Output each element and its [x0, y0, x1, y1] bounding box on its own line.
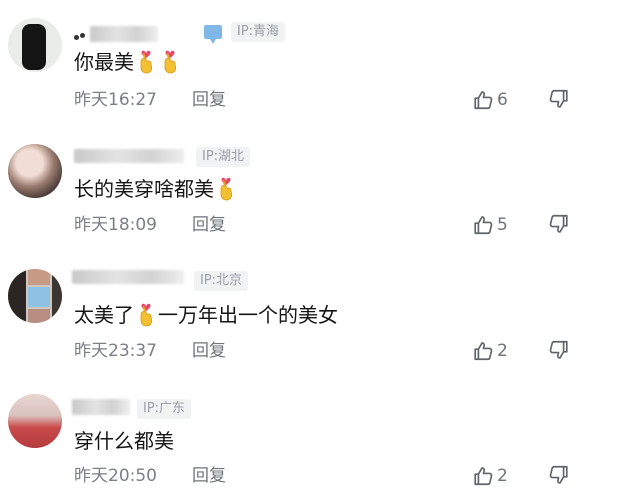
comment-item: IP:青海 你最美 昨天16:27 回复 6 [0, 0, 640, 125]
timestamp: 昨天20:50 [74, 466, 157, 486]
avatar[interactable] [8, 269, 62, 323]
thumbs-up-icon [472, 89, 494, 111]
like-button[interactable]: 2 [472, 339, 508, 363]
badge-icon [204, 25, 222, 44]
comment-text-part: 你最美 [74, 50, 134, 74]
timestamp: 昨天18:09 [74, 215, 157, 235]
like-count: 6 [497, 90, 508, 110]
username-blurred[interactable] [72, 270, 184, 284]
reply-button[interactable]: 回复 [192, 465, 226, 487]
ip-location-tag: IP:湖北 [196, 147, 251, 167]
comment-text: 太美了 一万年出一个的美女 [74, 301, 338, 329]
timestamp: 昨天16:27 [74, 90, 157, 110]
username-blurred[interactable] [74, 149, 184, 163]
ip-location-tag: IP:广东 [137, 399, 192, 419]
dislike-button[interactable] [548, 464, 570, 488]
like-count: 2 [497, 466, 508, 486]
comment-text-part: 穿什么都美 [74, 429, 174, 453]
comment-item: IP:广东 穿什么都美 昨天20:50 回复 2 [0, 374, 640, 499]
thumbs-up-icon [472, 340, 494, 362]
comment-text: 穿什么都美 [74, 427, 174, 455]
thumbs-down-icon [548, 88, 570, 110]
username-blurred[interactable] [72, 399, 130, 415]
comment-text: 长的美穿啥都美 [74, 175, 238, 203]
comment-text-part: 一万年出一个的美女 [158, 303, 338, 327]
reply-button[interactable]: 回复 [192, 340, 226, 362]
username-blurred[interactable] [90, 26, 158, 42]
avatar[interactable] [8, 18, 62, 72]
ip-location-tag: IP:青海 [231, 22, 286, 42]
timestamp: 昨天23:37 [74, 341, 157, 361]
comment-item: IP:湖北 长的美穿啥都美 昨天18:09 回复 5 [0, 124, 640, 249]
avatar[interactable] [8, 144, 62, 198]
like-button[interactable]: 6 [472, 88, 508, 112]
thumbs-up-icon [472, 465, 494, 487]
like-button[interactable]: 5 [472, 213, 508, 237]
reply-button[interactable]: 回复 [192, 89, 226, 111]
dislike-button[interactable] [548, 213, 570, 237]
finger-heart-emoji [215, 175, 237, 201]
comment-text-part: 长的美穿啥都美 [74, 177, 214, 201]
comment-text: 你最美 [74, 48, 182, 76]
like-count: 5 [497, 215, 508, 235]
thumbs-up-icon [472, 214, 494, 236]
avatar[interactable] [8, 394, 62, 448]
thumbs-down-icon [548, 213, 570, 235]
thumbs-down-icon [548, 339, 570, 361]
ip-location-tag: IP:北京 [194, 271, 249, 291]
comment-text-part: 太美了 [74, 303, 134, 327]
dislike-button[interactable] [548, 88, 570, 112]
finger-heart-emoji [159, 48, 181, 74]
reply-button[interactable]: 回复 [192, 214, 226, 236]
finger-heart-emoji [135, 48, 157, 74]
username-icon [74, 33, 86, 41]
finger-heart-emoji [135, 301, 157, 327]
thumbs-down-icon [548, 464, 570, 486]
dislike-button[interactable] [548, 339, 570, 363]
like-count: 2 [497, 341, 508, 361]
like-button[interactable]: 2 [472, 464, 508, 488]
comment-item: IP:北京 太美了 一万年出一个的美女 昨天23:37 回复 2 [0, 249, 640, 374]
